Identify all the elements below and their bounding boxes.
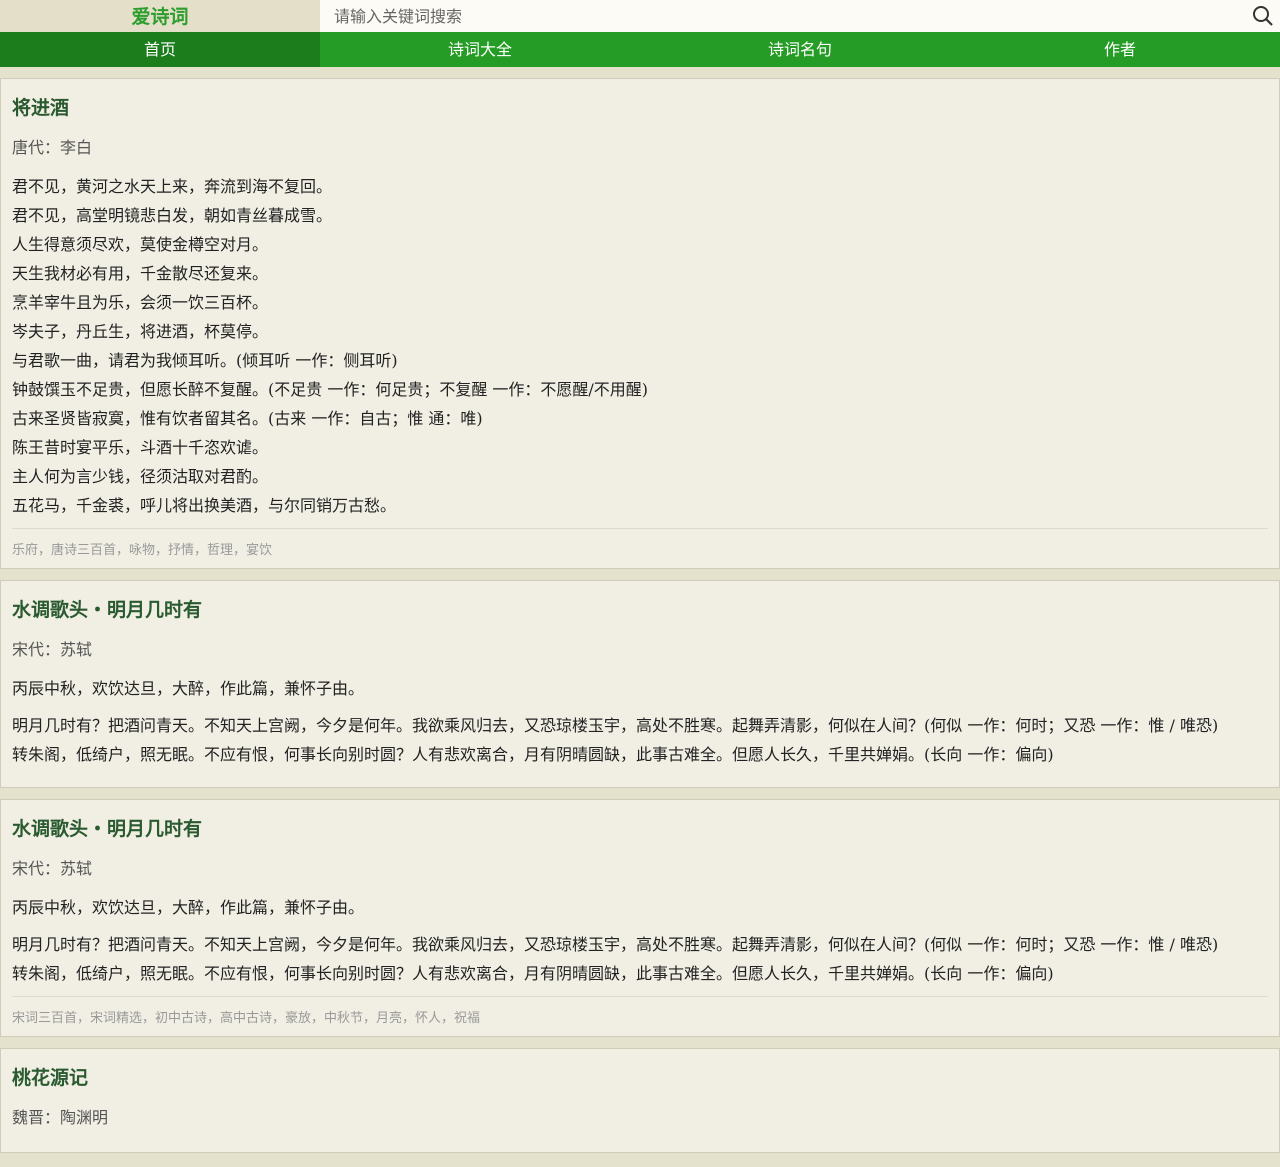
poem-line: 岑夫子，丹丘生，将进酒，杯莫停。	[12, 322, 269, 341]
poem-paragraph: 明月几时有？把酒问青天。不知天上宫阙，今夕是何年。我欲乘风归去，又恐琼楼玉宇，高…	[12, 711, 1268, 769]
poem-line: 君不见，高堂明镜悲白发，朝如青丝暮成雪。	[12, 206, 333, 225]
poem-card: 桃花源记 魏晋：陶渊明	[0, 1048, 1280, 1153]
nav-famous-lines[interactable]: 诗词名句	[640, 32, 960, 67]
poem-line: 天生我材必有用，千金散尽还复来。	[12, 264, 269, 283]
poem-title[interactable]: 水调歌头・明月几时有	[12, 814, 1268, 841]
poem-line: 五花马，千金裘，呼儿将出换美酒，与尔同销万古愁。	[12, 496, 397, 515]
poem-line: 烹羊宰牛且为乐，会须一饮三百杯。	[12, 293, 269, 312]
search-bar	[320, 0, 1280, 32]
search-icon[interactable]	[1252, 5, 1274, 27]
poem-title[interactable]: 桃花源记	[12, 1063, 1268, 1090]
poem-line: 君不见，黄河之水天上来，奔流到海不复回。	[12, 177, 333, 196]
poem-tags[interactable]: 宋词三百首，宋词精选，初中古诗，高中古诗，豪放，中秋节，月亮，怀人，祝福	[12, 996, 1268, 1026]
poem-line: 钟鼓馔玉不足贵，但愿长醉不复醒。(不足贵 一作：何足贵；不复醒 一作：不愿醒/不…	[12, 380, 649, 399]
poem-paragraph: 丙辰中秋，欢饮达旦，大醉，作此篇，兼怀子由。	[12, 893, 1268, 922]
poem-paragraph: 明月几时有？把酒问青天。不知天上宫阙，今夕是何年。我欲乘风归去，又恐琼楼玉宇，高…	[12, 930, 1268, 988]
poem-line: 丙辰中秋，欢饮达旦，大醉，作此篇，兼怀子由。	[12, 898, 365, 917]
poem-paragraph: 君不见，黄河之水天上来，奔流到海不复回。 君不见，高堂明镜悲白发，朝如青丝暮成雪。…	[12, 172, 1268, 520]
poem-line: 转朱阁，低绮户，照无眠。不应有恨，何事长向别时圆？人有悲欢离合，月有阴晴圆缺，此…	[12, 964, 1054, 983]
search-input[interactable]	[320, 0, 1280, 32]
nav-home[interactable]: 首页	[0, 32, 320, 67]
poem-line: 陈王昔时宴平乐，斗酒十千恣欢谑。	[12, 438, 269, 457]
poem-line: 与君歌一曲，请君为我倾耳听。(倾耳听 一作：侧耳听)	[12, 351, 398, 370]
nav-poems[interactable]: 诗词大全	[320, 32, 640, 67]
poem-line: 主人何为言少钱，径须沽取对君酌。	[12, 467, 269, 486]
poem-author[interactable]: 魏晋：陶渊明	[12, 1104, 1268, 1128]
poem-line: 明月几时有？把酒问青天。不知天上宫阙，今夕是何年。我欲乘风归去，又恐琼楼玉宇，高…	[12, 935, 1219, 954]
poem-line: 明月几时有？把酒问青天。不知天上宫阙，今夕是何年。我欲乘风归去，又恐琼楼玉宇，高…	[12, 716, 1219, 735]
poem-author[interactable]: 唐代：李白	[12, 134, 1268, 158]
poem-card: 水调歌头・明月几时有 宋代：苏轼丙辰中秋，欢饮达旦，大醉，作此篇，兼怀子由。明月…	[0, 580, 1280, 788]
poem-line: 古来圣贤皆寂寞，惟有饮者留其名。(古来 一作：自古；惟 通：唯)	[12, 409, 483, 428]
poem-author[interactable]: 宋代：苏轼	[12, 636, 1268, 660]
poem-list: 将进酒 唐代：李白君不见，黄河之水天上来，奔流到海不复回。 君不见，高堂明镜悲白发…	[0, 78, 1280, 1153]
poem-line: 人生得意须尽欢，莫使金樽空对月。	[12, 235, 269, 254]
main-nav: 首页 诗词大全 诗词名句 作者	[0, 32, 1280, 67]
poem-title[interactable]: 将进酒	[12, 93, 1268, 120]
poem-line: 丙辰中秋，欢饮达旦，大醉，作此篇，兼怀子由。	[12, 679, 365, 698]
poem-card: 将进酒 唐代：李白君不见，黄河之水天上来，奔流到海不复回。 君不见，高堂明镜悲白发…	[0, 78, 1280, 569]
nav-authors[interactable]: 作者	[960, 32, 1280, 67]
poem-tags[interactable]: 乐府，唐诗三百首，咏物，抒情，哲理，宴饮	[12, 528, 1268, 558]
poem-card: 水调歌头・明月几时有 宋代：苏轼丙辰中秋，欢饮达旦，大醉，作此篇，兼怀子由。明月…	[0, 799, 1280, 1037]
poem-title[interactable]: 水调歌头・明月几时有	[12, 595, 1268, 622]
poem-author[interactable]: 宋代：苏轼	[12, 855, 1268, 879]
poem-paragraph: 丙辰中秋，欢饮达旦，大醉，作此篇，兼怀子由。	[12, 674, 1268, 703]
logo[interactable]: 爱诗词	[0, 0, 320, 32]
poem-line: 转朱阁，低绮户，照无眠。不应有恨，何事长向别时圆？人有悲欢离合，月有阴晴圆缺，此…	[12, 745, 1054, 764]
header: 爱诗词	[0, 0, 1280, 32]
